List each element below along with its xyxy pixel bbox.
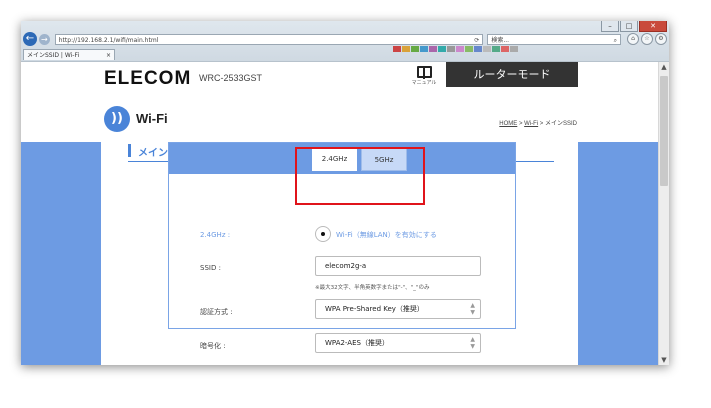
page-scrollbar[interactable]: ▲ ▼ — [658, 62, 669, 365]
ssid-hint: ※最大32文字、半角英数字または"-"、"_"のみ — [315, 285, 430, 291]
auth-label: 認証方式 : — [200, 308, 233, 316]
reload-icon[interactable]: ⟳ — [474, 35, 479, 46]
router-mode-tab[interactable]: ルーターモード — [446, 62, 578, 87]
breadcrumb-sep: > — [538, 121, 545, 127]
address-url: http://192.168.2.1/wifi/main.html — [58, 36, 159, 44]
gear-icon[interactable]: ⚙ — [655, 33, 667, 45]
ssid-value: elecom2g-a — [325, 262, 367, 270]
close-window-button[interactable]: ✕ — [639, 21, 667, 32]
star-icon[interactable]: ☆ — [641, 33, 653, 45]
section-marker — [128, 144, 131, 157]
auth-select[interactable]: WPA Pre-Shared Key（推奨） ▲ ▼ — [315, 299, 481, 319]
auth-value: WPA Pre-Shared Key（推奨） — [325, 305, 424, 313]
breadcrumb-current: メインSSID — [544, 121, 577, 127]
elecom-logo: ELECOM — [104, 68, 192, 89]
search-input[interactable]: 検索... ⌕ — [487, 33, 621, 46]
tab-strip: メインSSID | Wi-Fi × — [23, 47, 115, 60]
browser-chrome: – □ ✕ ← → http://192.168.2.1/wifi/main.h… — [21, 21, 669, 62]
breadcrumb-home[interactable]: HOME — [499, 121, 517, 127]
encryption-value: WPA2-AES（推奨） — [325, 339, 389, 347]
search-icon[interactable]: ⌕ — [614, 35, 617, 46]
scroll-up-icon[interactable]: ▲ — [659, 62, 669, 72]
maximize-button[interactable]: □ — [620, 21, 638, 32]
browser-tab-title: メインSSID | Wi-Fi — [27, 52, 80, 59]
home-icon[interactable]: ⌂ — [627, 33, 639, 45]
side-band-right — [578, 142, 659, 365]
toolbar-icons: ⌂ ☆ ⚙ — [625, 33, 667, 45]
wifi-signal-icon: )) — [104, 106, 130, 132]
select-arrows-icon: ▲ ▼ — [470, 302, 475, 316]
scroll-thumb[interactable] — [660, 76, 668, 186]
back-icon[interactable]: ← — [23, 32, 37, 46]
search-placeholder: 検索... — [491, 36, 510, 44]
model-name: WRC-2533GST — [199, 73, 263, 83]
select-arrows-icon: ▲ ▼ — [470, 336, 475, 350]
manual-link[interactable]: マニュアル — [409, 66, 439, 86]
highlight-box — [295, 147, 425, 205]
side-band-left — [21, 142, 101, 365]
navigation-row: ← → http://192.168.2.1/wifi/main.html ⟳ … — [23, 32, 667, 46]
enable-wifi-radio[interactable] — [315, 226, 331, 242]
band-label: 2.4GHz : — [200, 231, 231, 239]
book-icon — [416, 66, 432, 79]
scroll-down-icon[interactable]: ▼ — [659, 355, 669, 365]
breadcrumb: HOME > Wi-Fi > メインSSID — [499, 118, 577, 127]
forward-icon[interactable]: → — [38, 33, 50, 45]
window-controls: – □ ✕ — [600, 21, 667, 32]
minimize-button[interactable]: – — [601, 21, 619, 32]
breadcrumb-wifi[interactable]: Wi-Fi — [524, 121, 538, 127]
toolbar-decoration — [393, 46, 519, 52]
tab-close-icon[interactable]: × — [106, 50, 111, 61]
encryption-select[interactable]: WPA2-AES（推奨） ▲ ▼ — [315, 333, 481, 353]
address-bar[interactable]: http://192.168.2.1/wifi/main.html ⟳ — [54, 33, 484, 46]
manual-label: マニュアル — [411, 80, 437, 86]
screenshot-frame: – □ ✕ ← → http://192.168.2.1/wifi/main.h… — [21, 21, 669, 365]
browser-tab[interactable]: メインSSID | Wi-Fi × — [23, 49, 115, 60]
ssid-input[interactable]: elecom2g-a — [315, 256, 481, 276]
enable-wifi-label: Wi-Fi（無線LAN）を有効にする — [336, 231, 437, 239]
page-title: Wi-Fi — [136, 111, 168, 126]
ssid-label: SSID : — [200, 264, 221, 272]
encryption-label: 暗号化 : — [200, 342, 226, 350]
